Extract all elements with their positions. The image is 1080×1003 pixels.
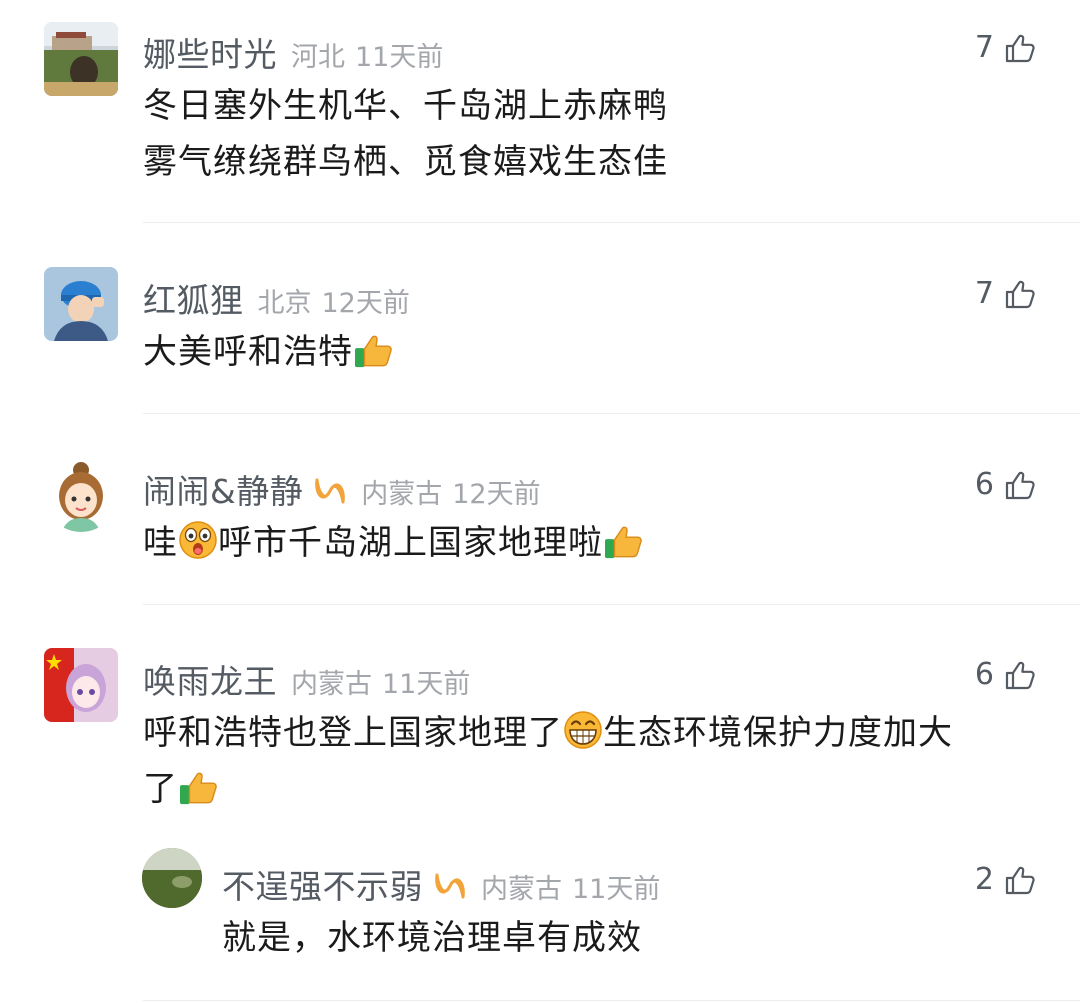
thumbs-up-icon <box>1004 469 1036 501</box>
thumbs-up-icon <box>1004 864 1036 896</box>
timestamp: 11天前 <box>572 874 661 905</box>
vip-badge-icon <box>313 476 347 506</box>
comment-line: 雾气缭绕群鸟栖、觅食嬉戏生态佳 <box>143 142 668 182</box>
location: 河北 <box>291 42 345 73</box>
like-button[interactable]: 7 <box>975 276 1036 311</box>
surprised-emoji-icon <box>178 520 218 560</box>
avatar[interactable] <box>44 22 118 96</box>
thumbs-up-icon <box>1004 278 1036 310</box>
timestamp: 11天前 <box>382 669 471 700</box>
username[interactable]: 不逞强不示弱 <box>222 860 423 908</box>
like-count: 6 <box>974 467 994 502</box>
thumbs-up-icon <box>1004 32 1036 64</box>
like-count: 2 <box>974 862 994 897</box>
like-button[interactable]: 2 <box>975 862 1036 897</box>
location: 北京 <box>257 288 312 319</box>
reply-text: 就是，水环境治理卓有成效 <box>222 910 642 966</box>
like-button[interactable]: 6 <box>975 467 1036 502</box>
comment-text-segment: 大美呼和浩特 <box>143 332 353 372</box>
like-count: 7 <box>974 276 994 311</box>
comment-text-segment: 呼和浩特也登上国家地理了 <box>143 713 563 753</box>
comment-text: 哇呼市千岛湖上国家地理啦 <box>143 515 645 571</box>
divider <box>143 604 1080 605</box>
divider <box>143 222 1080 223</box>
timestamp: 12天前 <box>321 288 410 319</box>
comment-text: 呼和浩特也登上国家地理了 生态环境保护力度加大了 <box>143 705 1023 817</box>
vip-badge-icon <box>433 871 467 901</box>
grinning-emoji-icon <box>563 710 603 750</box>
location: 内蒙古 <box>361 479 443 510</box>
username[interactable]: 闹闹&静静 <box>143 465 303 513</box>
comment-text-segment: 了 <box>143 769 178 809</box>
avatar[interactable] <box>44 267 118 341</box>
thumbs-up-icon <box>1004 659 1036 691</box>
location: 内蒙古 <box>481 874 562 905</box>
location: 内蒙古 <box>291 669 372 700</box>
like-count: 6 <box>974 657 994 692</box>
thumbs-up-emoji-icon <box>353 331 395 369</box>
comment-text: 冬日塞外生机华、千岛湖上赤麻鸭 雾气缭绕群鸟栖、觅食嬉戏生态佳 <box>143 78 668 190</box>
comment-text-segment: 哇 <box>143 523 178 563</box>
timestamp: 12天前 <box>452 479 541 510</box>
avatar[interactable] <box>44 458 118 532</box>
timestamp: 11天前 <box>355 42 444 73</box>
divider <box>143 413 1080 414</box>
like-count: 7 <box>974 30 994 65</box>
comment-text-segment: 就是，水环境治理卓有成效 <box>222 918 642 958</box>
username[interactable]: 红狐狸 <box>143 274 244 322</box>
username[interactable]: 娜些时光 <box>143 28 277 76</box>
username[interactable]: 唤雨龙王 <box>143 655 277 703</box>
like-button[interactable]: 7 <box>975 30 1036 65</box>
like-button[interactable]: 6 <box>975 657 1036 692</box>
avatar[interactable] <box>142 848 202 908</box>
comment-text: 大美呼和浩特 <box>143 324 395 380</box>
avatar[interactable] <box>44 648 118 722</box>
thumbs-up-emoji-icon <box>603 522 645 560</box>
divider <box>143 1000 1080 1001</box>
comment-text-segment: 生态环境保护力度加大 <box>603 713 953 753</box>
thumbs-up-emoji-icon <box>178 768 220 806</box>
comment-text-segment: 呼市千岛湖上国家地理啦 <box>218 523 603 563</box>
comment-line: 冬日塞外生机华、千岛湖上赤麻鸭 <box>143 86 668 126</box>
